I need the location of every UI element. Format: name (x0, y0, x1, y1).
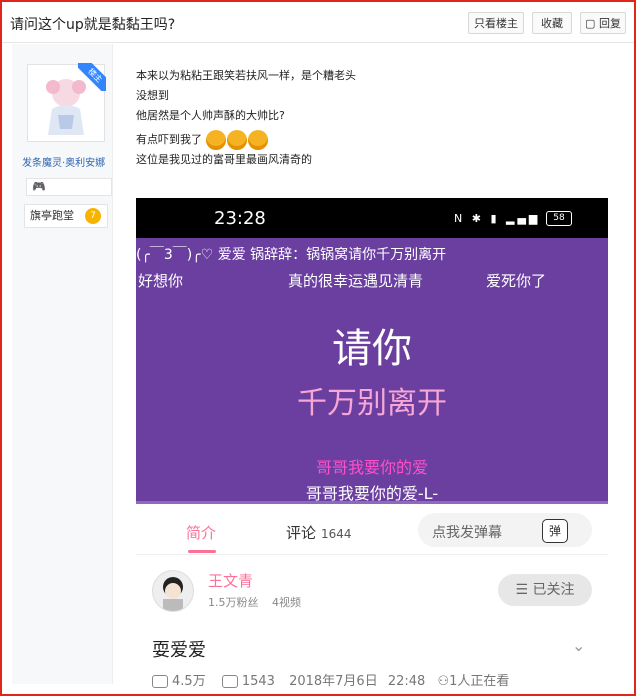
battery-icon: 58 (546, 211, 572, 226)
post-line: 本来以为粘粘王跟笑若扶风一样，是个糟老头 (136, 69, 356, 82)
danmaku-count: 1543 (241, 674, 275, 689)
danmaku-placeholder: 点我发弹幕 (432, 525, 502, 541)
danmaku-line-2-left: 好想你 (138, 272, 184, 290)
post-line: 有点吓到我了 (136, 133, 202, 146)
reply-button[interactable]: ▢ 回复 (580, 12, 626, 34)
uploader-stats: 1.5万粉丝 4视频 (208, 594, 301, 610)
signal-icons: N ✱ ▮ ▂▄▆ (454, 212, 541, 225)
scared-face-icon (205, 130, 226, 150)
uploader-avatar-art (163, 577, 183, 611)
comment-count: 1644 (321, 527, 352, 541)
uploader-avatar[interactable] (152, 570, 194, 612)
collect-button[interactable]: 收藏 (532, 12, 572, 34)
video-title: 耍爱爱 (152, 640, 206, 661)
op-corner-badge: 楼主 (78, 63, 106, 91)
game-controller-icon: 🎮 (32, 180, 46, 193)
level-badge: 7 (85, 208, 101, 224)
danmaku-input[interactable]: 点我发弹幕 弹 (418, 513, 592, 547)
uploader-fans: 1.5万粉丝 (208, 596, 259, 609)
post-line: 这位是我见过的富哥里最画风清奇的 (136, 153, 312, 166)
screenshot-image[interactable]: 23:28 N ✱ ▮ ▂▄▆ 58 (╭￣3￣)╭♡ 爱爱 锅辞辞：锅锅窝请你… (136, 198, 608, 504)
post-line: 没想到 (136, 89, 169, 102)
tab-comments-label: 评论 (286, 524, 317, 542)
upload-date: 2018年7月6日 (289, 674, 378, 689)
forum-rank-tag: 旗亭跑堂 7 (24, 204, 108, 228)
uploader-name[interactable]: 王文青 (208, 570, 253, 591)
viewers-now: 1人正在看 (449, 674, 510, 689)
lyric-pink: 哥哥我要你的爱 (315, 458, 428, 477)
status-time: 23:28 (214, 208, 266, 229)
video-tabs: 简介 评论 1644 点我发弹幕 弹 (136, 510, 608, 555)
danmaku-line-2-mid: 真的很幸运遇见清青 (288, 272, 424, 290)
follow-button[interactable]: ☰ 已关注 (498, 574, 592, 606)
chevron-down-icon[interactable]: ⌄ (572, 636, 585, 655)
op-badge-label: 楼主 (78, 63, 106, 91)
post-body: 本来以为粘粘王跟笑若扶风一样，是个糟老头 没想到 他居然是个人帅声酥的大帅比? … (136, 66, 356, 170)
video-progress (136, 501, 608, 504)
thread-header: 请问这个up就是黏黏王吗? 只看楼主 收藏 ▢ 回复 (2, 2, 634, 43)
tab-comments[interactable]: 评论 1644 (286, 522, 352, 543)
play-count-icon (152, 675, 168, 688)
reply-label: 回复 (598, 17, 621, 30)
tab-intro[interactable]: 简介 (186, 522, 216, 543)
play-count: 4.5万 (172, 674, 206, 689)
danmaku-line-1: (╭￣3￣)╭♡ 爱爱 锅辞辞：锅锅窝请你千万别离开 (136, 247, 447, 263)
post-line-with-emoji: 有点吓到我了 (136, 130, 356, 150)
scared-face-icon (226, 130, 247, 150)
post-line: 他居然是个人帅声酥的大帅比? (136, 109, 285, 122)
user-medal-bar: 🎮 (26, 178, 112, 196)
author-sidebar: 楼主 发条魔灵·奥利安娜 🎮 旗亭跑堂 7 (12, 44, 113, 684)
video-meta: 4.5万 1543 2018年7月6日 22:48 ⚇1人正在看 (152, 670, 509, 689)
danmaku-line-2-right: 爱死你了 (486, 272, 547, 290)
phone-status-bar: 23:28 N ✱ ▮ ▂▄▆ 58 (136, 198, 608, 238)
scared-face-icon (247, 130, 268, 150)
viewers-icon: ⚇ (437, 674, 450, 689)
danmaku-toggle-icon[interactable]: 弹 (542, 519, 568, 543)
uploader-card: 王文青 1.5万粉丝 4视频 ☰ 已关注 (136, 556, 608, 626)
tab-active-underline (188, 550, 216, 553)
danmaku-count-icon (221, 675, 238, 688)
lyric-script-line-1: 请你 (332, 326, 412, 372)
forum-rank-label: 旗亭跑堂 (30, 209, 74, 222)
only-op-button[interactable]: 只看楼主 (468, 12, 524, 34)
reply-icon: ▢ (585, 17, 596, 30)
upload-time: 22:48 (387, 674, 426, 689)
lyric-script-line-2: 千万别离开 (297, 386, 447, 421)
op-avatar[interactable]: 楼主 (27, 63, 106, 142)
thread-title: 请问这个up就是黏黏王吗? (10, 17, 176, 33)
uploader-videos: 4视频 (272, 596, 301, 609)
op-username[interactable]: 发条魔灵·奥利安娜 (22, 154, 112, 169)
